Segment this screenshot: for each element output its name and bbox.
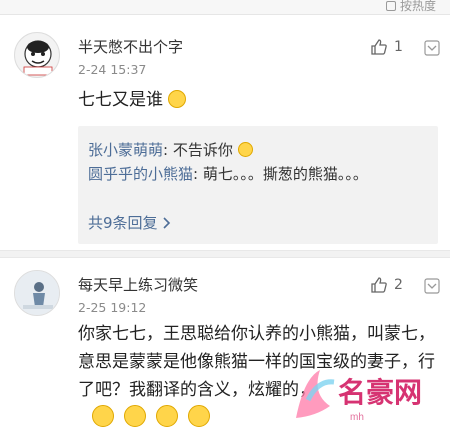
reply-username[interactable]: 张小蒙萌萌 (88, 141, 163, 159)
view-all-replies-link[interactable]: 共9条回复 (88, 212, 172, 233)
reply-box[interactable]: 张小蒙萌萌: 不告诉你 圆乎乎的小熊猫: 萌七。。。撕葱的熊猫。。。 共9条回复 (78, 126, 438, 244)
comment-time: 2-25 19:12 (78, 300, 147, 315)
reply-item: 张小蒙萌萌: 不告诉你 (88, 138, 428, 162)
top-bar: 按热度 (0, 0, 450, 15)
reply-item: 圆乎乎的小熊猫: 萌七。。。撕葱的熊猫。。。 (88, 162, 428, 186)
sort-by-hot-button[interactable]: 按热度 (385, 0, 436, 14)
like-count: 2 (394, 277, 403, 293)
comment-item: 每天早上练习微笑 2-25 19:12 2 你家七七，王思聪给你认养的小熊猫，叫… (0, 258, 450, 428)
sort-icon (385, 0, 396, 11)
sweat-emoji-icon (124, 405, 146, 427)
reply-text: : 不告诉你 (163, 141, 233, 159)
more-options-icon[interactable] (424, 278, 440, 294)
reply-count-label: 共9条回复 (88, 214, 158, 232)
reply-username[interactable]: 圆乎乎的小熊猫 (88, 165, 193, 183)
comment-time: 2-24 15:37 (78, 62, 147, 77)
thumbs-up-icon (371, 39, 387, 55)
sort-label: 按热度 (399, 0, 436, 13)
sweat-emoji-icon (156, 405, 178, 427)
comment-username[interactable]: 半天憋不出个字 (78, 36, 183, 57)
emoji-group (92, 405, 210, 427)
comment-divider (0, 250, 450, 258)
like-count: 1 (394, 39, 403, 55)
sweat-emoji-icon (188, 405, 210, 427)
comment-text: 七七又是谁 (78, 86, 187, 114)
sweat-emoji-icon (92, 405, 114, 427)
thumbs-up-icon (371, 277, 387, 293)
avatar[interactable] (14, 32, 60, 78)
avatar[interactable] (14, 270, 60, 316)
comment-username[interactable]: 每天早上练习微笑 (78, 274, 198, 295)
like-button[interactable]: 2 (370, 276, 403, 294)
comment-text: 你家七七，王思聪给你认养的小熊猫，叫蒙七，意思是蒙蒙是他像熊猫一样的国宝级的妻子… (78, 320, 438, 432)
more-options-icon[interactable] (424, 40, 440, 56)
thinking-emoji-icon (168, 90, 187, 108)
reply-text: : 萌七。。。撕葱的熊猫。。。 (193, 165, 368, 183)
comment-item: 半天憋不出个字 2-24 15:37 1 七七又是谁 张小蒙萌萌: 不告诉你 圆… (0, 14, 450, 250)
cat-emoji-icon (237, 142, 253, 157)
chevron-right-icon (162, 216, 170, 229)
like-button[interactable]: 1 (370, 38, 403, 56)
